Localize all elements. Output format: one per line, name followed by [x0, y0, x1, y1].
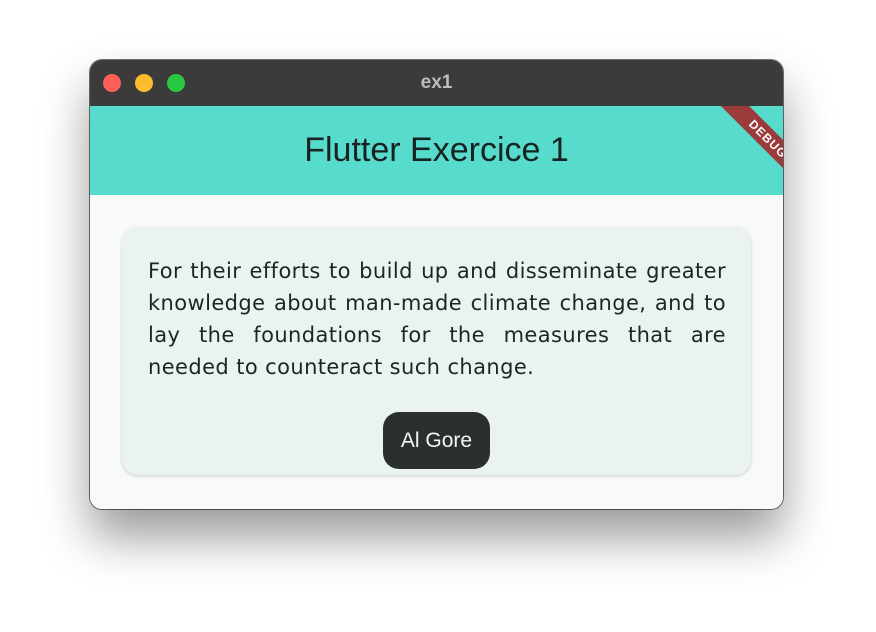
- author-button[interactable]: Al Gore: [383, 412, 490, 469]
- window-title: ex1: [420, 72, 453, 93]
- debug-label: DEBUG: [711, 106, 783, 196]
- debug-banner: DEBUG: [693, 106, 783, 196]
- app-window: ex1 Flutter Exercice 1 DEBUG For their e…: [90, 60, 783, 509]
- app-bar: Flutter Exercice 1: [90, 106, 783, 195]
- quote-card: For their efforts to build up and dissem…: [122, 227, 751, 475]
- page-title: Flutter Exercice 1: [304, 131, 569, 169]
- window-titlebar[interactable]: ex1: [90, 60, 783, 106]
- quote-text: For their efforts to build up and dissem…: [148, 259, 726, 379]
- main-content: For their efforts to build up and dissem…: [90, 195, 783, 509]
